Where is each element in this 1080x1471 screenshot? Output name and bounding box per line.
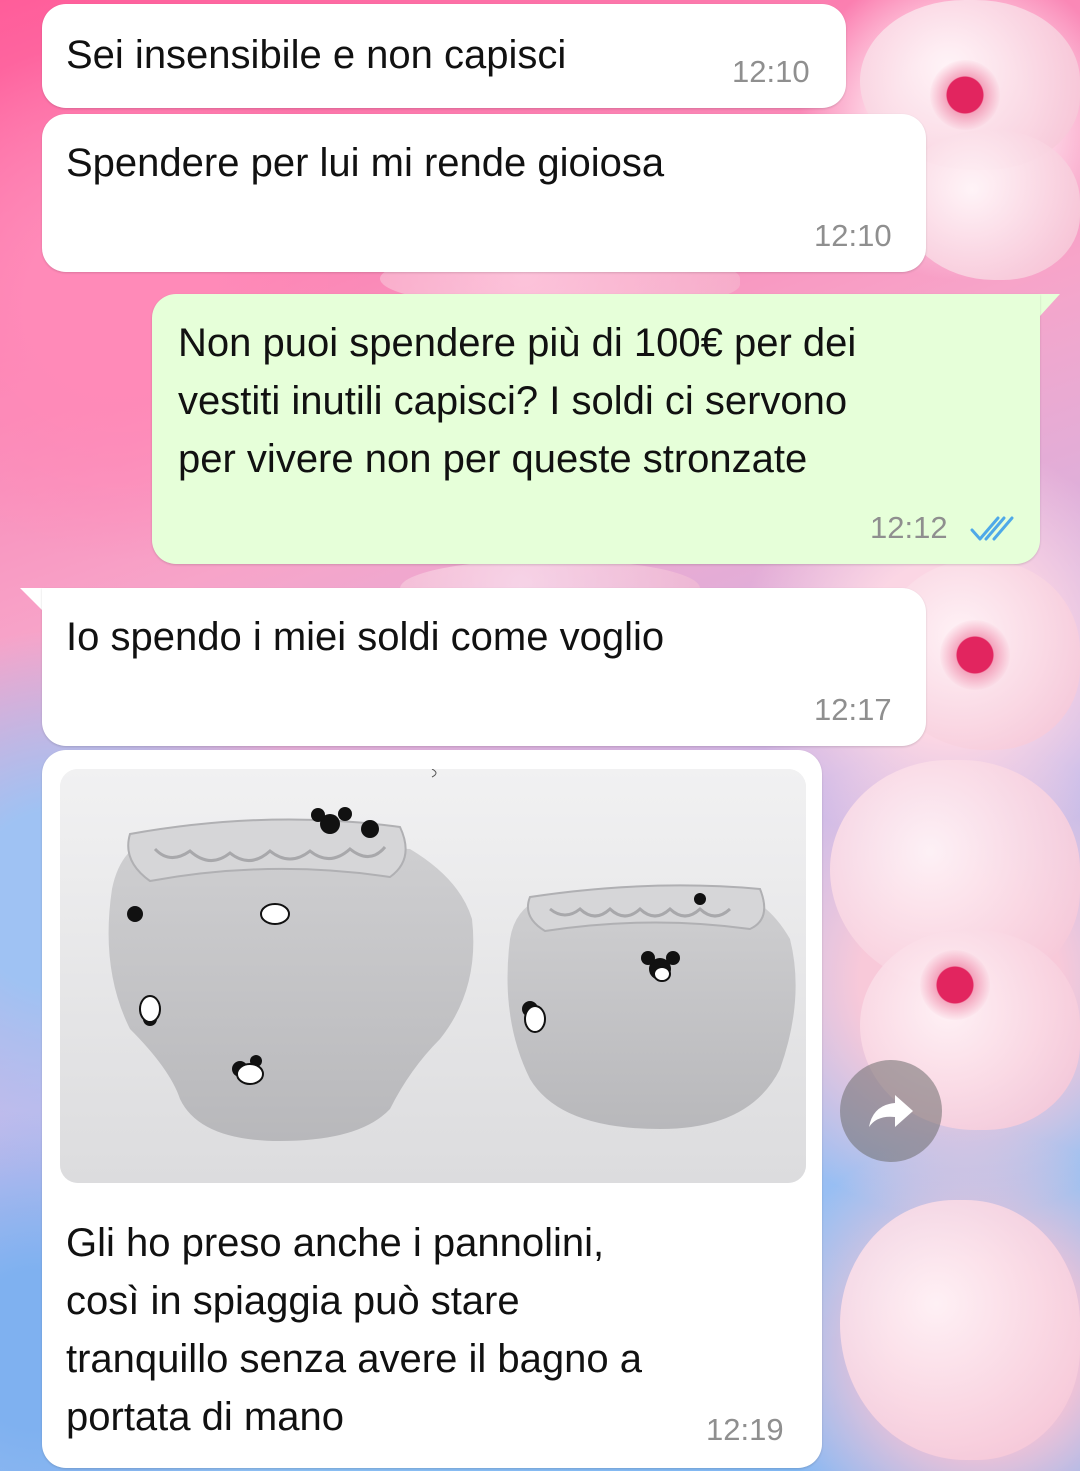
forward-button[interactable]: [840, 1060, 942, 1162]
message-timestamp: 12:17: [814, 692, 892, 727]
message-text: Spendere per lui mi rende gioiosa: [66, 141, 665, 185]
message-timestamp: 12:19: [706, 1412, 784, 1447]
message-text: Io spendo i miei soldi come voglio: [66, 615, 665, 659]
bubble-tail: [1040, 294, 1060, 316]
message-text: Sei insensibile e non capisci: [66, 33, 567, 77]
message-timestamp: 12:12: [870, 510, 948, 545]
message-text: Non puoi spendere più di 100€ per dei ve…: [178, 321, 857, 481]
message-bubble-incoming[interactable]: Sei insensibile e non capisci 12:10: [42, 4, 846, 108]
message-timestamp: 12:10: [814, 218, 892, 253]
wallpaper-stamen: [930, 60, 1000, 130]
message-bubble-outgoing[interactable]: Non puoi spendere più di 100€ per dei ve…: [152, 294, 1040, 564]
diaper-photo: [60, 769, 806, 1183]
bubble-tail: [20, 588, 42, 610]
double-check-icon: [970, 516, 1014, 541]
message-bubble-incoming[interactable]: Spendere per lui mi rende gioiosa 12:10: [42, 114, 926, 272]
message-timestamp: 12:10: [732, 54, 810, 89]
wallpaper-petal: [840, 1200, 1080, 1460]
wallpaper-stamen: [940, 620, 1010, 690]
wallpaper-petal: [900, 130, 1080, 280]
wallpaper-stamen: [920, 950, 990, 1020]
message-bubble-image[interactable]: Gli ho preso anche i pannolini, così in …: [42, 750, 822, 1468]
message-caption: Gli ho preso anche i pannolini, così in …: [66, 1221, 642, 1439]
message-bubble-incoming[interactable]: Io spendo i miei soldi come voglio 12:17: [42, 588, 926, 746]
forward-arrow-icon: [869, 1095, 913, 1127]
message-image[interactable]: [60, 769, 806, 1183]
